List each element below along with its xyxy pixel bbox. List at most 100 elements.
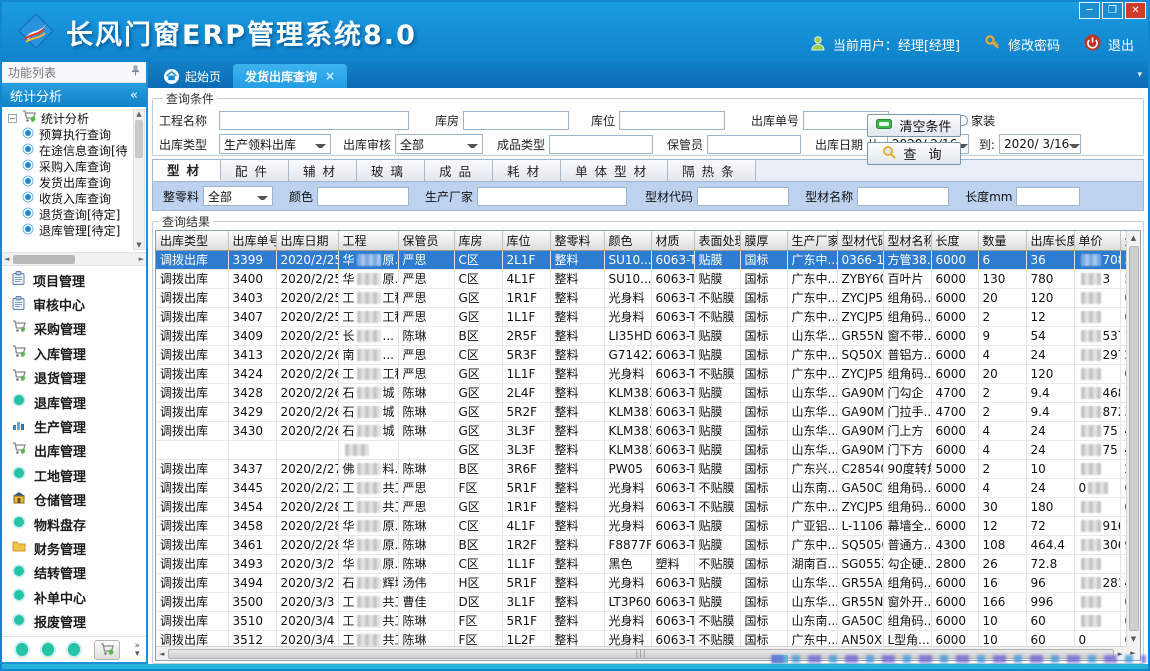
sidebar-menu-item-0[interactable]: 项目管理 bbox=[2, 271, 146, 290]
table-row[interactable]: 调拨出库33992020/2/25华原...严思C区2L1F整料SU10...6… bbox=[156, 250, 1126, 269]
table-row[interactable]: 调拨出库34932020/3/2华原...陈琳C区1L1F整料黑色塑料不贴膜国标… bbox=[156, 554, 1126, 573]
scroll-left-icon[interactable]: ◄ bbox=[159, 650, 164, 658]
table-row[interactable]: 调拨出库34032020/2/25工工程严思G区1R1F整料光身料6063-T5… bbox=[156, 288, 1126, 307]
whole-piece-select[interactable]: 全部 bbox=[203, 186, 273, 206]
module-dot-icon[interactable] bbox=[42, 643, 54, 656]
sidebar-menu-item-1[interactable]: 审核中心 bbox=[2, 295, 146, 314]
sidebar-menu-item-14[interactable]: 报废管理 bbox=[2, 612, 146, 631]
manufacturer-input[interactable] bbox=[477, 187, 627, 206]
module-dot-icon[interactable] bbox=[68, 643, 80, 656]
table-row[interactable]: 调拨出库34372020/2/27佛料...陈琳B区3R6F整料PW056063… bbox=[156, 459, 1126, 478]
module-cart-button[interactable] bbox=[94, 640, 120, 660]
table-row[interactable]: 调拨出库34612020/2/28华原...陈琳B区1R2F整料F8877FT6… bbox=[156, 535, 1126, 554]
material-tab-2[interactable]: 辅材 bbox=[289, 160, 357, 181]
scroll-up-icon[interactable]: ▲ bbox=[1131, 231, 1136, 245]
scrollbar-thumb[interactable] bbox=[1129, 246, 1139, 631]
sidebar-menu-item-3[interactable]: 入库管理 bbox=[2, 344, 146, 363]
warehouse-input[interactable] bbox=[463, 111, 569, 130]
table-row[interactable]: 调拨出库35002020/3/3工共工程曹佳D区3L1F整料LT3P606063… bbox=[156, 592, 1126, 611]
sidebar-section-statistics[interactable]: 统计分析 « bbox=[2, 83, 146, 107]
sidebar-menu-item-2[interactable]: 采购管理 bbox=[2, 319, 146, 338]
table-row[interactable]: 调拨出库34302020/2/26石城陈琳G区3L3F整料KLM38176063… bbox=[156, 421, 1126, 440]
column-header[interactable]: 库位 bbox=[502, 231, 550, 250]
tree-item-1[interactable]: 在途信息查询[待 bbox=[8, 142, 132, 158]
material-tab-3[interactable]: 玻璃 bbox=[357, 160, 425, 181]
keeper-input[interactable] bbox=[707, 135, 801, 154]
maximize-button[interactable]: ❐ bbox=[1102, 2, 1123, 19]
column-header[interactable]: 材质 bbox=[651, 231, 694, 250]
sidebar-menu-item-7[interactable]: 出库管理 bbox=[2, 441, 146, 460]
column-header[interactable]: 颜色 bbox=[604, 231, 651, 250]
scroll-up-icon[interactable]: ▲ bbox=[136, 110, 141, 118]
sidebar-menu-item-9[interactable]: 仓储管理 bbox=[2, 490, 146, 509]
column-header[interactable]: 出库类型 bbox=[156, 231, 228, 250]
table-row[interactable]: 调拨出库34092020/2/25长...陈琳B区2R5F整料LI35HD606… bbox=[156, 326, 1126, 345]
profile-name-input[interactable] bbox=[857, 187, 949, 206]
table-row[interactable]: 调拨出库34002020/2/25华原...严思C区4L1F整料SU10...6… bbox=[156, 269, 1126, 288]
collapse-icon[interactable]: « bbox=[130, 88, 138, 103]
radio-jiazhuang[interactable]: 家装 bbox=[957, 112, 995, 129]
sidebar-menu-item-12[interactable]: 结转管理 bbox=[2, 563, 146, 582]
material-tab-6[interactable]: 单体型材 bbox=[561, 160, 668, 181]
profile-code-input[interactable] bbox=[697, 187, 789, 206]
sidebar-menu-item-10[interactable]: 物料盘存 bbox=[2, 515, 146, 534]
minimize-button[interactable]: ─ bbox=[1079, 2, 1100, 19]
table-row[interactable]: 调拨出库34582020/2/28华原...陈琳C区4L1F整料光身料6063-… bbox=[156, 516, 1126, 535]
column-header[interactable]: 表面处理 bbox=[694, 231, 740, 250]
tab-shipment-outbound-query[interactable]: 发货出库查询 × bbox=[233, 64, 347, 88]
tree-vertical-scrollbar[interactable]: ▲▼ bbox=[133, 109, 145, 250]
tree-item-3[interactable]: 发货出库查询 bbox=[8, 174, 132, 190]
table-row[interactable]: 调拨出库34452020/2/27工共工程严思F区5R1F整料光身料6063-T… bbox=[156, 478, 1126, 497]
color-input[interactable] bbox=[317, 187, 409, 206]
sidebar-menu-item-5[interactable]: 退库管理 bbox=[2, 393, 146, 412]
scroll-left-icon[interactable]: ◄ bbox=[4, 255, 9, 263]
column-header[interactable]: 出库日期 bbox=[276, 231, 338, 250]
product-type-input[interactable] bbox=[549, 135, 653, 154]
column-header[interactable]: 库房 bbox=[454, 231, 502, 250]
column-header[interactable]: 出库长度 bbox=[1026, 231, 1074, 250]
pin-icon[interactable] bbox=[131, 65, 140, 79]
table-row[interactable]: 调拨出库34942020/3/2石辉城汤伟H区5R1F整料光身料6063-T5贴… bbox=[156, 573, 1126, 592]
tree-item-5[interactable]: 退货查询[待定] bbox=[8, 206, 132, 222]
clear-conditions-button[interactable]: 清空条件 bbox=[867, 114, 961, 137]
column-header[interactable]: 整零料 bbox=[550, 231, 604, 250]
scroll-down-icon[interactable]: ▼ bbox=[1131, 632, 1136, 646]
table-row[interactable]: 调拨出库35102020/3/4工共工程陈琳F区5R1F整料光身料6063-T5… bbox=[156, 611, 1126, 630]
tree-item-4[interactable]: 收货入库查询 bbox=[8, 190, 132, 206]
table-row[interactable]: G区3L3F整料KLM38176063-T5贴膜国标山东华...GA90M09.… bbox=[156, 440, 1126, 459]
table-row[interactable]: 调拨出库34542020/2/28工共工程严思G区1R1F整料光身料6063-T… bbox=[156, 497, 1126, 516]
material-tab-1[interactable]: 配件 bbox=[221, 160, 289, 181]
tree-item-6[interactable]: 退库管理[待定] bbox=[8, 222, 132, 238]
material-tab-0[interactable]: 型材 bbox=[153, 160, 221, 181]
tree-root[interactable]: − 统计分析 bbox=[8, 110, 132, 126]
column-header[interactable]: 单价 bbox=[1074, 231, 1120, 250]
table-row[interactable]: 调拨出库35122020/3/4工共工程陈琳F区1L2F整料光身料6063-T5… bbox=[156, 630, 1126, 646]
sidebar-menu-item-11[interactable]: 财务管理 bbox=[2, 539, 146, 558]
table-row[interactable]: 调拨出库34242020/2/26工工程严思G区1L1F整料光身料6063-T5… bbox=[156, 364, 1126, 383]
grid-vertical-scrollbar[interactable]: ▲ ▼ bbox=[1126, 231, 1140, 646]
sidebar-menu-item-13[interactable]: 补单中心 bbox=[2, 588, 146, 607]
module-dot-icon[interactable] bbox=[16, 643, 28, 656]
audit-select[interactable]: 全部 bbox=[395, 134, 483, 154]
material-tab-4[interactable]: 成品 bbox=[425, 160, 493, 181]
table-row[interactable]: 调拨出库34282020/2/26石城陈琳G区2L4F整料KLM38176063… bbox=[156, 383, 1126, 402]
tree-horizontal-scrollbar[interactable]: ◄► bbox=[2, 253, 146, 266]
column-header[interactable]: 工程 bbox=[338, 231, 398, 250]
column-header[interactable]: 生产厂家 bbox=[787, 231, 837, 250]
tree-item-2[interactable]: 采购入库查询 bbox=[8, 158, 132, 174]
tree-expander-icon[interactable]: − bbox=[8, 114, 17, 123]
more-modules-button[interactable]: »▾ bbox=[134, 642, 140, 658]
change-password-link[interactable]: 修改密码 bbox=[1008, 35, 1060, 54]
outbound-type-select[interactable]: 生产领料出库 bbox=[219, 134, 331, 154]
table-row[interactable]: 调拨出库34292020/2/26石城陈琳G区5R2F整料KLM38176063… bbox=[156, 402, 1126, 421]
sidebar-menu-item-8[interactable]: 工地管理 bbox=[2, 466, 146, 485]
tabstrip-dropdown-icon[interactable]: ▾ bbox=[1137, 70, 1142, 80]
column-header[interactable]: 数量 bbox=[978, 231, 1026, 250]
search-button[interactable]: 查 询 bbox=[867, 142, 961, 165]
column-header[interactable]: 型材代码 bbox=[837, 231, 883, 250]
project-name-input[interactable] bbox=[219, 111, 409, 130]
column-header[interactable]: 保管员 bbox=[398, 231, 454, 250]
sidebar-menu-item-4[interactable]: 退货管理 bbox=[2, 368, 146, 387]
sidebar-menu-item-6[interactable]: 生产管理 bbox=[2, 417, 146, 436]
slot-input[interactable] bbox=[619, 111, 725, 130]
